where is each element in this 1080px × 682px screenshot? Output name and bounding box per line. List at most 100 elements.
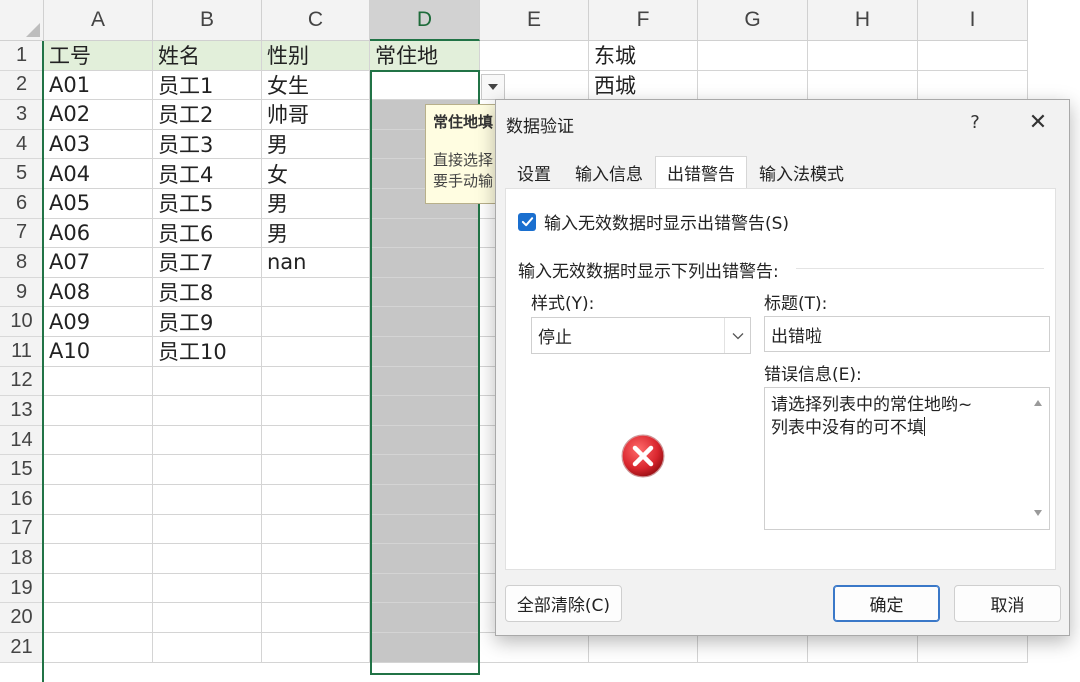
column-header-f[interactable]: F xyxy=(589,0,698,41)
cell-b10[interactable]: 员工9 xyxy=(153,307,262,337)
cell-d16[interactable] xyxy=(370,485,480,515)
cell-b4[interactable]: 员工3 xyxy=(153,129,262,160)
cell-c8[interactable]: nan xyxy=(262,248,370,278)
cell-b13[interactable] xyxy=(153,396,262,426)
cell-d10[interactable] xyxy=(370,307,480,337)
cell-c20[interactable] xyxy=(262,603,370,633)
cell-b1[interactable]: 姓名 xyxy=(153,41,262,71)
cell-c11[interactable] xyxy=(262,337,370,367)
cell-a2[interactable]: A01 xyxy=(44,70,153,101)
cell-b16[interactable] xyxy=(153,485,262,515)
row-header-16[interactable]: 16 xyxy=(0,485,44,515)
cell-d9[interactable] xyxy=(370,277,480,308)
select-all-corner[interactable] xyxy=(0,0,44,41)
cell-h21[interactable] xyxy=(808,633,918,663)
cell-b2[interactable]: 员工1 xyxy=(153,70,262,101)
cell-a11[interactable]: A10 xyxy=(44,337,153,367)
column-header-d[interactable]: D xyxy=(370,0,480,41)
cell-b8[interactable]: 员工7 xyxy=(153,248,262,278)
tab-error-alert[interactable]: 出错警告 xyxy=(655,156,747,189)
cell-a10[interactable]: A09 xyxy=(44,307,153,337)
row-header-19[interactable]: 19 xyxy=(0,573,44,604)
cell-a12[interactable] xyxy=(44,366,153,397)
cell-b6[interactable]: 员工5 xyxy=(153,189,262,219)
cell-a17[interactable] xyxy=(44,514,153,545)
row-header-14[interactable]: 14 xyxy=(0,425,44,456)
row-header-17[interactable]: 17 xyxy=(0,514,44,545)
cell-d19[interactable] xyxy=(370,573,480,604)
row-header-11[interactable]: 11 xyxy=(0,337,44,367)
column-header-c[interactable]: C xyxy=(262,0,370,41)
cell-b19[interactable] xyxy=(153,573,262,604)
cell-b7[interactable]: 员工6 xyxy=(153,218,262,249)
row-header-15[interactable]: 15 xyxy=(0,455,44,485)
cell-a14[interactable] xyxy=(44,425,153,456)
clear-all-button[interactable]: 全部清除(C) xyxy=(505,585,622,622)
cell-d13[interactable] xyxy=(370,396,480,426)
cell-a7[interactable]: A06 xyxy=(44,218,153,249)
show-error-alert-checkbox-row[interactable]: 输入无效数据时显示出错警告(S) xyxy=(518,209,789,234)
cell-c9[interactable] xyxy=(262,277,370,308)
cell-b9[interactable]: 员工8 xyxy=(153,277,262,308)
cell-a18[interactable] xyxy=(44,544,153,574)
cell-c21[interactable] xyxy=(262,633,370,663)
cell-b5[interactable]: 员工4 xyxy=(153,159,262,189)
cell-c2[interactable]: 女生 xyxy=(262,70,370,101)
cell-b11[interactable]: 员工10 xyxy=(153,337,262,367)
cell-d12[interactable] xyxy=(370,366,480,397)
cell-c13[interactable] xyxy=(262,396,370,426)
row-header-10[interactable]: 10 xyxy=(0,307,44,337)
cell-g21[interactable] xyxy=(698,633,808,663)
cell-h1[interactable] xyxy=(808,41,918,71)
column-header-a[interactable]: A xyxy=(44,0,153,41)
cell-a6[interactable]: A05 xyxy=(44,189,153,219)
show-error-alert-checkbox[interactable] xyxy=(518,212,536,231)
cell-e1[interactable] xyxy=(480,41,589,71)
cell-dropdown-button[interactable] xyxy=(481,74,505,100)
cell-a9[interactable]: A08 xyxy=(44,277,153,308)
cell-a20[interactable] xyxy=(44,603,153,633)
ok-button[interactable]: 确定 xyxy=(833,585,940,622)
textarea-scrollbar[interactable] xyxy=(1031,394,1045,522)
row-header-6[interactable]: 6 xyxy=(0,189,44,219)
cell-c17[interactable] xyxy=(262,514,370,545)
row-header-5[interactable]: 5 xyxy=(0,159,44,189)
cell-d21[interactable] xyxy=(370,633,480,663)
cell-f1[interactable]: 东城 xyxy=(589,41,698,71)
row-header-3[interactable]: 3 xyxy=(0,100,44,130)
tab-settings[interactable]: 设置 xyxy=(505,156,563,189)
cell-c7[interactable]: 男 xyxy=(262,218,370,249)
cell-d17[interactable] xyxy=(370,514,480,545)
cell-a15[interactable] xyxy=(44,455,153,485)
row-header-1[interactable]: 1 xyxy=(0,41,44,71)
cell-a19[interactable] xyxy=(44,573,153,604)
error-message-textarea[interactable]: 请选择列表中的常住地哟~ 列表中没有的可不填 xyxy=(764,387,1050,530)
cell-c12[interactable] xyxy=(262,366,370,397)
close-button[interactable]: ✕ xyxy=(1022,106,1054,138)
cell-a1[interactable]: 工号 xyxy=(44,41,153,71)
row-header-20[interactable]: 20 xyxy=(0,603,44,633)
cell-c16[interactable] xyxy=(262,485,370,515)
row-header-18[interactable]: 18 xyxy=(0,544,44,574)
cell-d8[interactable] xyxy=(370,248,480,278)
cell-c10[interactable] xyxy=(262,307,370,337)
cell-i2[interactable] xyxy=(918,70,1028,101)
column-header-e[interactable]: E xyxy=(480,0,589,41)
title-input[interactable]: 出错啦 xyxy=(764,316,1050,352)
cell-b20[interactable] xyxy=(153,603,262,633)
column-header-h[interactable]: H xyxy=(808,0,918,41)
cell-b15[interactable] xyxy=(153,455,262,485)
cell-d15[interactable] xyxy=(370,455,480,485)
cell-c3[interactable]: 帅哥 xyxy=(262,100,370,130)
cell-g1[interactable] xyxy=(698,41,808,71)
row-header-13[interactable]: 13 xyxy=(0,396,44,426)
cell-c15[interactable] xyxy=(262,455,370,485)
tab-input-message[interactable]: 输入信息 xyxy=(563,156,655,189)
chevron-down-icon[interactable] xyxy=(724,318,750,353)
row-header-12[interactable]: 12 xyxy=(0,366,44,397)
cell-b14[interactable] xyxy=(153,425,262,456)
cell-c6[interactable]: 男 xyxy=(262,189,370,219)
cell-h2[interactable] xyxy=(808,70,918,101)
cell-d18[interactable] xyxy=(370,544,480,574)
cell-d14[interactable] xyxy=(370,425,480,456)
